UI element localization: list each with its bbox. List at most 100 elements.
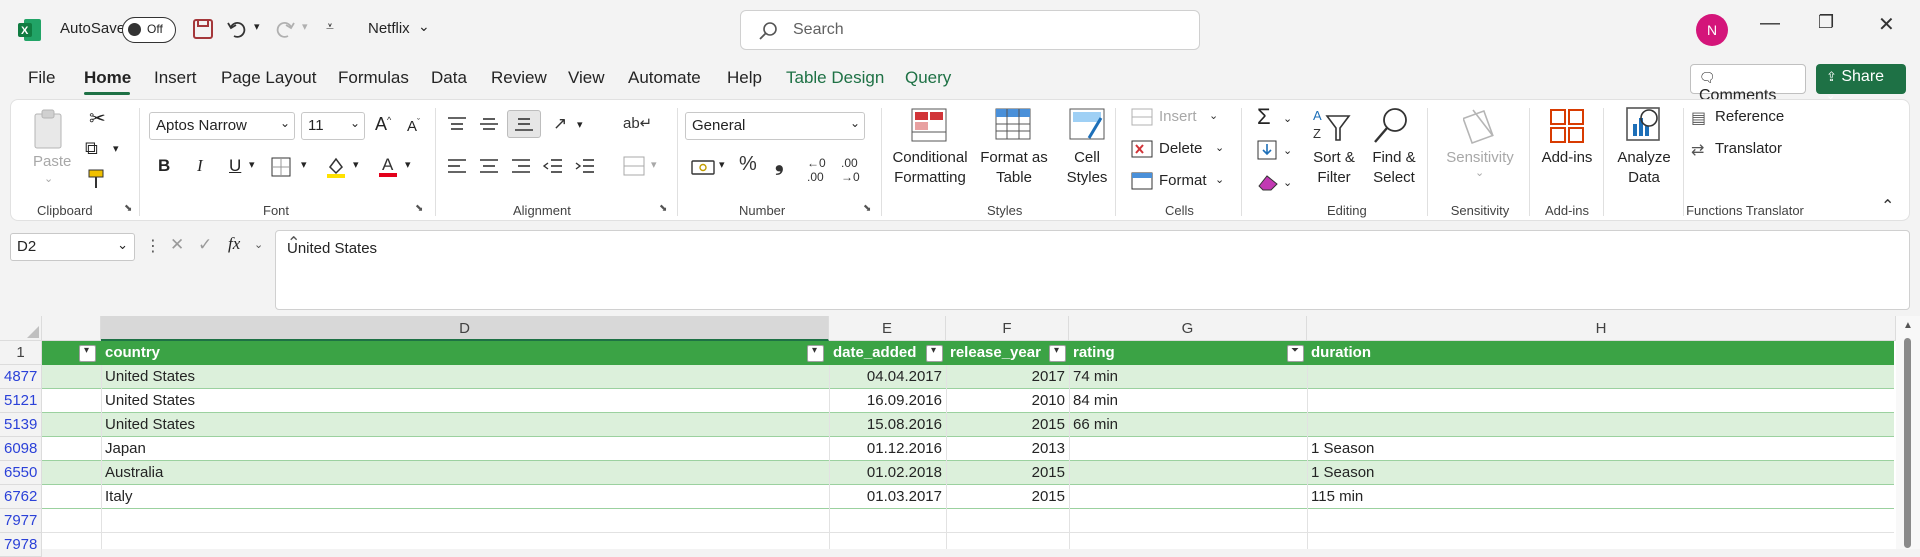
row-header[interactable]: 6098: [0, 437, 42, 461]
date-added-cell[interactable]: 16.09.2016: [829, 389, 946, 413]
format-cells-label[interactable]: Format: [1159, 172, 1207, 189]
clear-eraser-icon[interactable]: [1257, 172, 1279, 192]
rating-cell[interactable]: [1069, 461, 1307, 485]
delete-cells-icon[interactable]: [1131, 140, 1153, 158]
tab-insert[interactable]: Insert: [154, 68, 197, 88]
tab-data[interactable]: Data: [431, 68, 467, 88]
scroll-up-icon[interactable]: ▲: [1903, 320, 1913, 331]
align-bottom-button[interactable]: [507, 110, 541, 138]
conditional-formatting-label-1[interactable]: Conditional: [889, 149, 971, 166]
release-year-cell[interactable]: 2015: [946, 485, 1069, 509]
increase-indent-icon[interactable]: [575, 158, 595, 174]
font-family-select[interactable]: Aptos Narrow ⌄: [149, 112, 295, 140]
number-format-select[interactable]: General ⌄: [685, 112, 865, 140]
more-options-icon[interactable]: ⋮: [145, 236, 161, 256]
filter-button[interactable]: ▾: [926, 345, 943, 362]
comma-style-icon[interactable]: ❟: [775, 150, 784, 176]
fill-down-icon[interactable]: [1257, 140, 1277, 160]
row-header[interactable]: 5139: [0, 413, 42, 437]
vertical-scrollbar[interactable]: ▲: [1896, 316, 1920, 549]
release-year-cell[interactable]: 2015: [946, 461, 1069, 485]
minimize-icon[interactable]: —: [1760, 12, 1780, 35]
filter-button[interactable]: ▾: [1049, 345, 1066, 362]
country-cell[interactable]: United States: [101, 413, 829, 437]
rating-cell[interactable]: 74 min: [1069, 365, 1307, 389]
translator-button[interactable]: Translator: [1715, 140, 1782, 157]
filter-button[interactable]: ▾: [807, 345, 824, 362]
wrap-text-icon[interactable]: ab↵: [623, 114, 652, 132]
align-top-icon[interactable]: [447, 116, 467, 132]
chevron-down-icon[interactable]: ⌄: [1215, 173, 1224, 186]
analyze-data-label-2[interactable]: Data: [1611, 169, 1677, 186]
rating-cell[interactable]: 84 min: [1069, 389, 1307, 413]
decrease-decimal-icon[interactable]: .00 →0: [841, 156, 860, 184]
tab-review[interactable]: Review: [491, 68, 547, 88]
analyze-data-label-1[interactable]: Analyze: [1611, 149, 1677, 166]
chevron-down-icon[interactable]: ⌄: [1283, 144, 1292, 157]
tab-help[interactable]: Help: [727, 68, 762, 88]
increase-font-size-icon[interactable]: A^: [375, 114, 391, 135]
insert-function-icon[interactable]: fx: [228, 234, 240, 254]
restore-icon[interactable]: ❐: [1818, 12, 1834, 33]
release-year-cell[interactable]: 2010: [946, 389, 1069, 413]
date-added-cell[interactable]: 04.04.2017: [829, 365, 946, 389]
country-cell[interactable]: United States: [101, 389, 829, 413]
chevron-down-icon[interactable]: ⌄: [1209, 109, 1218, 122]
active-filter-button[interactable]: ⏷: [1287, 345, 1304, 362]
currency-format-icon[interactable]: [691, 158, 715, 176]
tab-automate[interactable]: Automate: [628, 68, 701, 88]
chevron-down-icon[interactable]: ▾: [249, 158, 255, 171]
column-header-hidden[interactable]: [42, 316, 101, 341]
row-header[interactable]: 7977: [0, 509, 42, 533]
close-icon[interactable]: ✕: [1878, 12, 1895, 37]
fill-color-icon[interactable]: [325, 155, 347, 179]
reference-button[interactable]: Reference: [1715, 108, 1784, 125]
filter-button[interactable]: ▾: [79, 345, 96, 362]
chevron-down-icon[interactable]: ⌄: [1283, 176, 1292, 189]
chevron-down-icon[interactable]: ⌄: [1283, 112, 1292, 125]
cell-styles-label-1[interactable]: Cell: [1057, 149, 1117, 166]
scrollbar-thumb[interactable]: [1904, 338, 1911, 548]
chevron-down-icon[interactable]: ▾: [405, 158, 411, 171]
date-added-cell[interactable]: 01.03.2017: [829, 485, 946, 509]
align-center-icon[interactable]: [479, 158, 499, 174]
chevron-down-icon[interactable]: ⌄: [1215, 141, 1224, 154]
dialog-launcher-icon[interactable]: ⬊: [124, 203, 132, 214]
dialog-launcher-icon[interactable]: ⬊: [863, 203, 871, 214]
collapse-formula-bar-icon[interactable]: ⌃: [287, 233, 1901, 253]
sort-filter-label-1[interactable]: Sort &: [1305, 149, 1363, 166]
rating-cell[interactable]: [1069, 437, 1307, 461]
date-added-cell[interactable]: 01.02.2018: [829, 461, 946, 485]
chevron-down-icon[interactable]: ⌄: [418, 18, 430, 35]
format-painter-icon[interactable]: [87, 168, 109, 190]
underline-button[interactable]: U: [229, 156, 241, 176]
chevron-down-icon[interactable]: ▾: [719, 158, 725, 171]
select-all-corner[interactable]: [0, 316, 42, 341]
release-year-cell[interactable]: 2013: [946, 437, 1069, 461]
dialog-launcher-icon[interactable]: ⬊: [415, 203, 423, 214]
country-cell[interactable]: Japan: [101, 437, 829, 461]
rating-cell[interactable]: [1069, 485, 1307, 509]
save-icon[interactable]: [192, 18, 214, 40]
country-cell[interactable]: Italy: [101, 485, 829, 509]
formula-input[interactable]: United States ⌃: [275, 230, 1910, 310]
tab-view[interactable]: View: [568, 68, 605, 88]
tab-home[interactable]: Home: [84, 68, 131, 88]
font-color-icon[interactable]: A: [377, 153, 399, 179]
date-added-cell[interactable]: 15.08.2016: [829, 413, 946, 437]
add-ins-button[interactable]: Add-ins: [1537, 149, 1597, 166]
borders-icon[interactable]: [271, 157, 291, 177]
release-year-cell[interactable]: 2015: [946, 413, 1069, 437]
collapse-ribbon-icon[interactable]: ⌃: [1881, 196, 1894, 216]
tab-page-layout[interactable]: Page Layout: [221, 68, 316, 88]
orientation-icon[interactable]: ↗: [553, 114, 567, 134]
italic-button[interactable]: I: [197, 156, 203, 176]
copy-icon[interactable]: ⧉: [85, 138, 98, 159]
date-added-cell[interactable]: 01.12.2016: [829, 437, 946, 461]
autosum-icon[interactable]: Σ: [1257, 104, 1271, 130]
decrease-font-size-icon[interactable]: Aˇ: [407, 117, 420, 135]
row-header[interactable]: 7978: [0, 533, 42, 557]
share-button[interactable]: ⇪ Share ⌄: [1816, 64, 1906, 102]
column-header-g[interactable]: G: [1069, 316, 1307, 341]
avatar[interactable]: N: [1696, 14, 1728, 46]
